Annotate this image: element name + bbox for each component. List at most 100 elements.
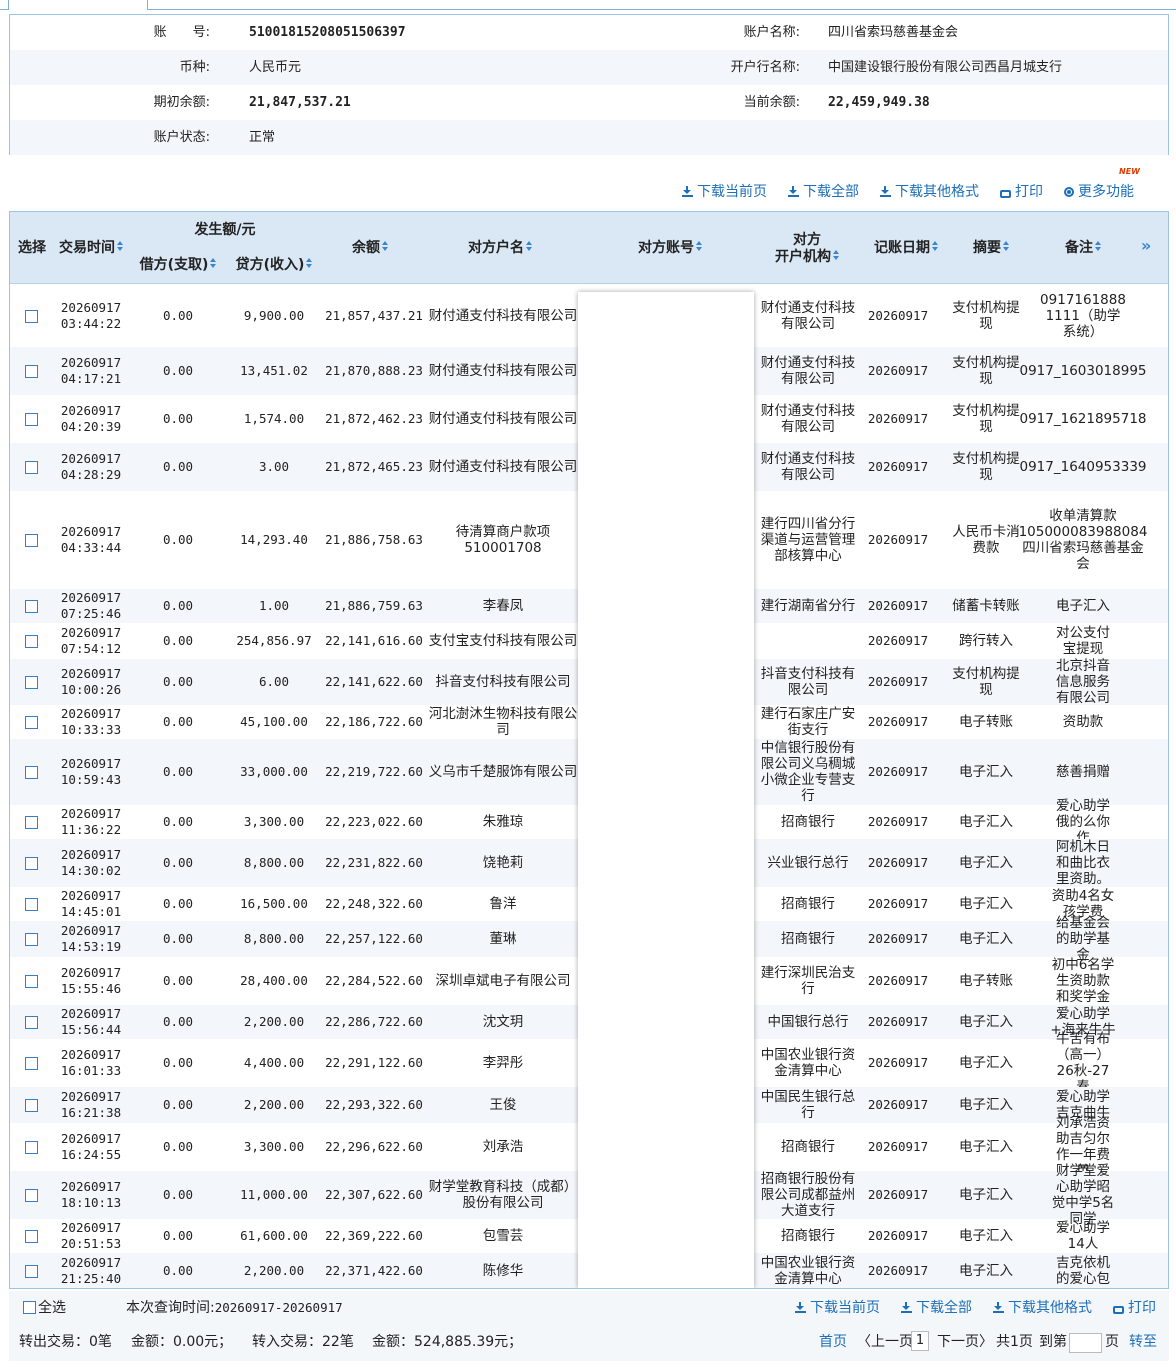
opening-balance-label: 期初余额: — [153, 95, 210, 110]
row-checkbox[interactable] — [24, 599, 38, 613]
row-checkbox[interactable] — [24, 634, 38, 648]
select-cell — [10, 623, 52, 659]
sort-icon — [833, 250, 839, 261]
header-remark[interactable]: 备注 — [1050, 240, 1116, 257]
date-text: 20260917 — [60, 625, 122, 640]
date-text: 20260917 — [60, 1006, 122, 1021]
download-all-button[interactable]: 下载全部 — [788, 183, 859, 201]
time-text: 04:33:44 — [60, 540, 122, 555]
summary-cell: 电子汇入 — [959, 1055, 1013, 1071]
party-bank-cell: 财付通支付科技有限公司 — [760, 355, 856, 387]
debit-cell: 0.00 — [162, 1187, 194, 1202]
summary-cell: 电子汇入 — [959, 1139, 1013, 1155]
row-checkbox[interactable] — [24, 815, 38, 829]
download-other-button[interactable]: 下载其他格式 — [880, 183, 979, 201]
time-text: 07:54:12 — [60, 641, 122, 656]
remark-cell: 爱心助学俄的么你作 — [1056, 798, 1110, 846]
remark-cell: 阿机木日和曲比衣里资助。 — [1056, 839, 1110, 887]
debit-cell: 0.00 — [162, 1055, 194, 1070]
sort-icon — [526, 241, 532, 252]
book-date-cell: 20260917 — [867, 459, 929, 474]
account-name-label: 账户名称: — [743, 25, 800, 40]
goto-page-input[interactable] — [1065, 1333, 1106, 1353]
header-debit[interactable]: 借方(支取) — [132, 257, 224, 274]
checkbox-icon — [23, 1301, 36, 1314]
debit-cell: 0.00 — [162, 411, 194, 426]
download-icon — [682, 186, 693, 197]
select-all-checkbox[interactable]: 全选 — [23, 1299, 66, 1317]
party-name-cell: 待清算商户款项510001708 — [455, 524, 551, 556]
row-checkbox[interactable] — [24, 1140, 38, 1154]
header-credit[interactable]: 贷方(收入) — [228, 257, 320, 274]
row-checkbox[interactable] — [24, 932, 38, 946]
row-checkbox[interactable] — [24, 364, 38, 378]
date-text: 20260917 — [60, 1255, 122, 1270]
next-page-link[interactable]: 下一页〉 — [937, 1333, 993, 1351]
first-page-link[interactable]: 首页 — [819, 1333, 847, 1351]
footer-print-button[interactable]: 打印 — [1113, 1299, 1156, 1317]
balance-cell: 22,231,822.60 — [325, 855, 423, 870]
header-balance[interactable]: 余额 — [340, 240, 400, 257]
download-current-button[interactable]: 下载当前页 — [682, 183, 767, 201]
remark-cell: 慈善捐赠 — [1056, 764, 1110, 780]
header-party-name[interactable]: 对方户名 — [450, 240, 550, 257]
party-bank-cell: 招商银行股份有限公司成都益州大道支行 — [760, 1171, 856, 1219]
download-icon — [880, 186, 891, 197]
transaction-table: 选择 交易时间 发生额/元 借方(支取) 贷方(收入) 余额 对方户名 对方账号… — [9, 211, 1169, 1289]
header-summary[interactable]: 摘要 — [958, 240, 1024, 257]
credit-cell: 33,000.00 — [240, 764, 308, 779]
row-checkbox[interactable] — [24, 675, 38, 689]
tab-active[interactable] — [8, 0, 148, 10]
time-text: 10:00:26 — [60, 682, 122, 697]
header-party-bank[interactable]: 对方 开户机构 — [762, 232, 852, 266]
party-bank-cell: 中国银行总行 — [767, 1014, 849, 1030]
goto-button[interactable]: 转至 — [1129, 1333, 1157, 1351]
remark-cell: 对公支付宝提现 — [1056, 625, 1110, 657]
credit-cell: 2,200.00 — [243, 1014, 305, 1029]
remark-cell: 0917_1621895718 — [1019, 411, 1147, 427]
prev-page-link[interactable]: 〈上一页 — [857, 1333, 913, 1351]
time-text: 07:25:46 — [60, 606, 122, 621]
row-checkbox[interactable] — [24, 1188, 38, 1202]
row-checkbox[interactable] — [24, 309, 38, 323]
row-checkbox[interactable] — [24, 974, 38, 988]
footer-download-other-button[interactable]: 下载其他格式 — [993, 1299, 1092, 1317]
print-icon — [1113, 1306, 1124, 1314]
row-checkbox[interactable] — [24, 412, 38, 426]
print-button[interactable]: 打印 — [1000, 183, 1043, 201]
select-cell — [10, 1219, 52, 1253]
remark-cell: 财学堂爱心助学昭觉中学5名同学 — [1051, 1163, 1115, 1227]
header-book-date[interactable]: 记账日期 — [866, 240, 946, 257]
current-balance-value: 22,459,949.38 — [828, 95, 930, 110]
more-functions-button[interactable]: 更多功能 — [1064, 183, 1134, 201]
row-checkbox[interactable] — [24, 1264, 38, 1278]
row-checkbox[interactable] — [24, 715, 38, 729]
row-checkbox[interactable] — [24, 1229, 38, 1243]
time-cell: 20260917 20:51:53 — [52, 1219, 130, 1253]
row-checkbox[interactable] — [24, 1098, 38, 1112]
expand-columns-icon[interactable]: » — [1141, 236, 1151, 255]
currency-label: 币种: — [179, 60, 210, 75]
row-checkbox[interactable] — [24, 1015, 38, 1029]
party-name-cell: 财学堂教育科技（成都）股份有限公司 — [428, 1179, 578, 1211]
footer-download-all-button[interactable]: 下载全部 — [901, 1299, 972, 1317]
date-text: 20260917 — [60, 847, 122, 862]
row-checkbox[interactable] — [24, 765, 38, 779]
info-row-status: 账户状态: 正常 — [10, 120, 1168, 155]
row-checkbox[interactable] — [24, 460, 38, 474]
time-cell: 20260917 10:00:26 — [52, 659, 130, 705]
footer-download-current-button[interactable]: 下载当前页 — [795, 1299, 880, 1317]
party-bank-cell: 建行湖南省分行 — [760, 598, 856, 614]
header-time[interactable]: 交易时间 — [52, 240, 130, 257]
time-text: 16:01:33 — [60, 1063, 122, 1078]
header-party-account[interactable]: 对方账号 — [620, 240, 720, 257]
row-checkbox[interactable] — [24, 1056, 38, 1070]
row-checkbox[interactable] — [24, 533, 38, 547]
date-text: 20260917 — [60, 1131, 122, 1146]
download-icon — [901, 1302, 912, 1313]
row-checkbox[interactable] — [24, 897, 38, 911]
sort-icon — [117, 241, 123, 252]
credit-cell: 2,200.00 — [243, 1263, 305, 1278]
row-checkbox[interactable] — [24, 856, 38, 870]
time-text: 15:56:44 — [60, 1022, 122, 1037]
